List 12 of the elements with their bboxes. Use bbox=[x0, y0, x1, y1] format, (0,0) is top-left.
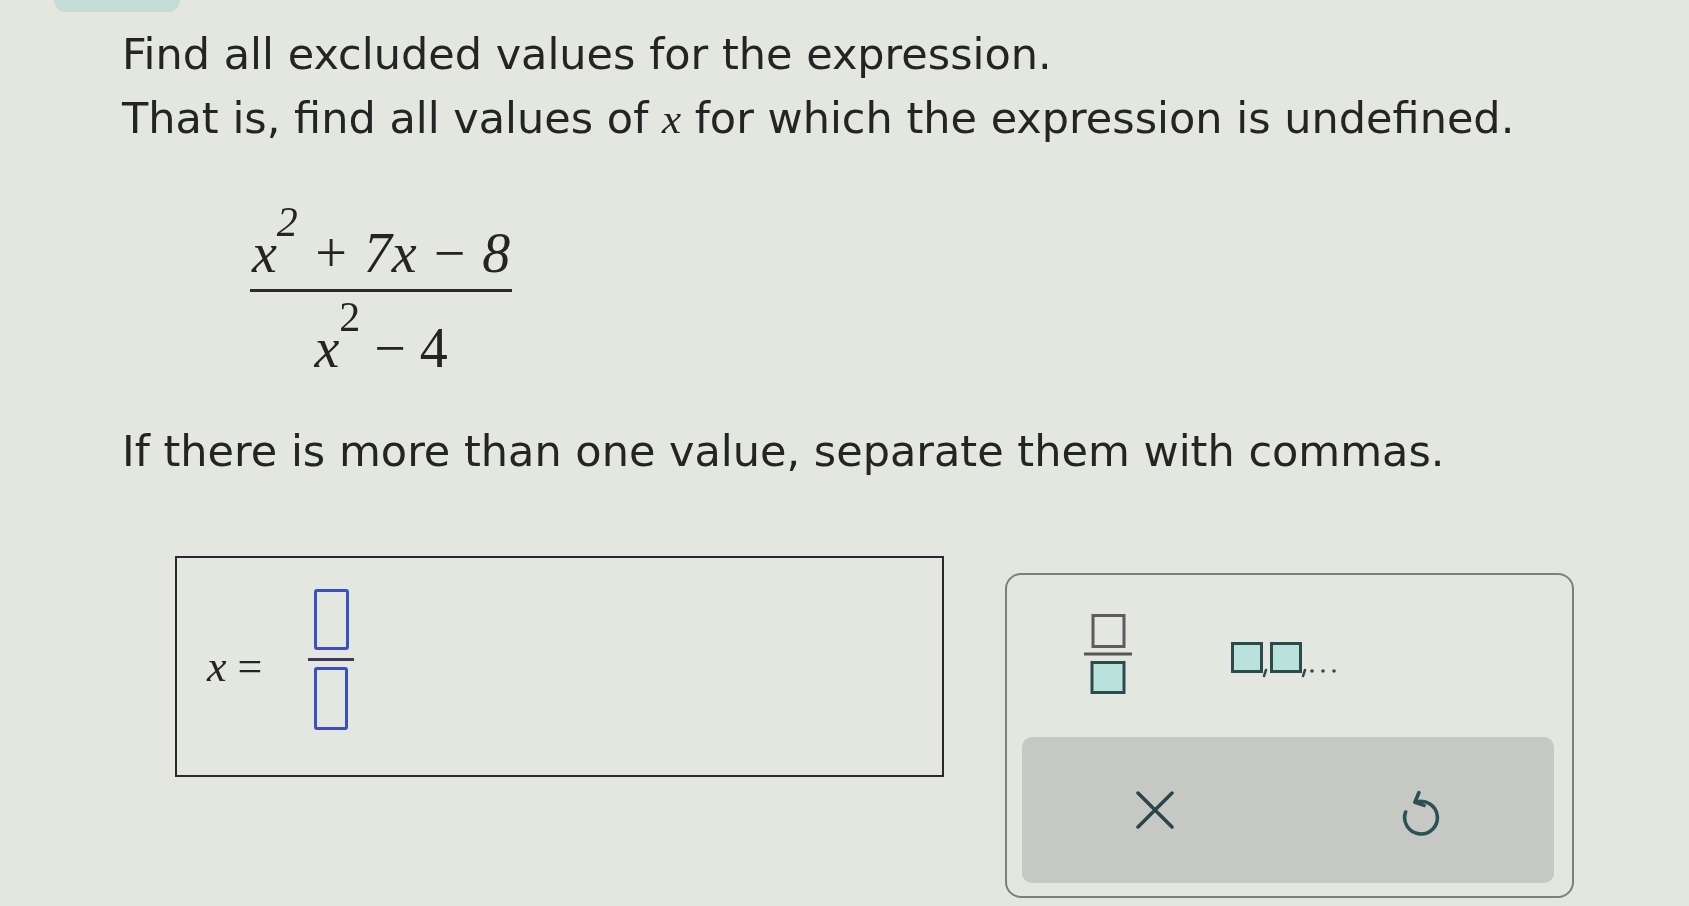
denominator-expression: x$^{2}$ − 4 bbox=[313, 300, 449, 376]
question-text: That is, find all values of x for which the expression is undefined. bbox=[122, 92, 1516, 145]
answer-box[interactable]: x = bbox=[175, 556, 944, 777]
numerator-input-field[interactable] bbox=[313, 589, 349, 650]
numerator-expression: x$^{2}$ + 7x − 8 bbox=[250, 205, 512, 281]
denominator-input-field[interactable] bbox=[314, 667, 349, 730]
fraction-template-icon bbox=[1084, 614, 1132, 694]
cross-icon bbox=[1136, 791, 1174, 829]
undo-icon bbox=[1402, 790, 1440, 836]
variable-label: x = bbox=[207, 645, 263, 689]
question-text: Find all excluded values for the expression. bbox=[122, 28, 1053, 81]
instruction-text: If there is more than one value, separate them with commas. bbox=[122, 425, 1446, 478]
